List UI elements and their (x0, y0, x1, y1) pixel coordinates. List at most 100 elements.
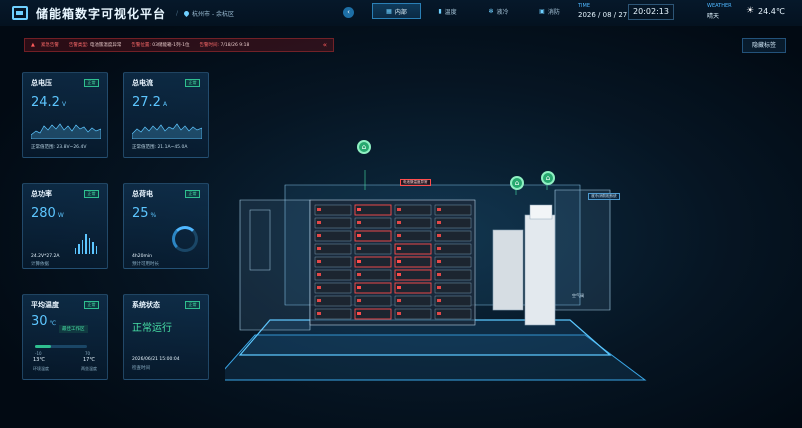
status-badge: 正常 (84, 190, 99, 198)
air-valve-label: 空气阀 (572, 293, 584, 298)
env-temp-label: 环境温度 (33, 366, 49, 371)
module-led (437, 312, 441, 315)
alert-tag: 紧急告警 (40, 43, 59, 48)
snowflake-icon: ✻ (488, 7, 494, 15)
dual-temp: 17℃ (83, 357, 95, 363)
card-note: 24.2V*27.2A (31, 254, 60, 259)
status-badge: 正常 (84, 301, 99, 309)
date-block: TIME 2026 / 08 / 27 (578, 3, 627, 19)
value-unit: ℃ (49, 320, 57, 327)
module-led (397, 286, 401, 289)
app-logo-icon (12, 6, 28, 20)
alert-time: 7/18/26 9:18 (220, 43, 250, 48)
date-value: 2026 / 08 / 27 (578, 11, 628, 19)
range-min: -10 (35, 351, 42, 356)
app-title: 储能箱数字可视化平台 (36, 6, 167, 21)
thermometer-icon: ▮ (438, 7, 442, 15)
soc-ring-gauge (172, 226, 198, 252)
dashboard-root: 储能箱数字可视化平台 / 杭州市 - 余杭区 ‹ ▦ 内部 ▮ 温度 ✻ 液冷 ▣ 消防… (0, 0, 802, 428)
status-badge: 正常 (185, 79, 200, 87)
module-led (437, 299, 441, 302)
value-number: 27.2 (132, 95, 161, 110)
card-note: 正常值范围: 21.1A~45.0A (132, 145, 188, 150)
voltage-card[interactable]: 总电压 正常 24.2 V 正常值范围: 23.8V~26.4V (22, 72, 108, 158)
avg-temperature-card[interactable]: 平均温度 正常 30 ℃ 最佳工作区 -10 70 13℃ 环境温度 17℃ 两坐… (22, 294, 108, 380)
sun-icon: ☀ (746, 6, 755, 16)
hide-labels-button[interactable]: 隐藏标签 (742, 38, 786, 53)
module-led (317, 260, 321, 263)
module-led (357, 286, 361, 289)
module-led (397, 247, 401, 250)
alert-bar[interactable]: ▲ 紧急告警 告警类型: 电池簇温度异常 告警位置: 03储能箱-1列-1位 告… (24, 38, 334, 52)
power-bar-chart (74, 234, 97, 254)
status-badge: 正常 (185, 301, 200, 309)
alert-type-label: 告警类型: (68, 43, 89, 48)
view-tabs: ▦ 内部 ▮ 温度 ✻ 液冷 ▣ 消防 (372, 3, 574, 19)
time-label: TIME (578, 3, 591, 9)
module-led (317, 299, 321, 302)
weather-block: WEATHER 晴天 (707, 3, 732, 20)
double-chevron-icon[interactable]: « (323, 41, 327, 49)
tab-liquid-cooling[interactable]: ✻ 液冷 (474, 3, 523, 19)
card-note-label: 预计可用时长 (132, 262, 159, 267)
module-led (317, 312, 321, 315)
location: / 杭州市 - 余杭区 (176, 9, 235, 18)
env-temp: 13℃ (33, 357, 45, 363)
tab-label: 消防 (547, 8, 560, 16)
tab-fire[interactable]: ▣ 消防 (525, 3, 574, 19)
voltage-sparkline (31, 123, 101, 139)
chevron-left-icon[interactable]: ‹ (343, 7, 354, 18)
tab-temperature[interactable]: ▮ 温度 (423, 3, 472, 19)
module-led (357, 312, 361, 315)
alert-time-label: 告警时间: (199, 43, 220, 48)
module-led (357, 208, 361, 211)
value-number: 280 (31, 206, 56, 221)
soc-value: 25% (132, 206, 200, 221)
module-led (397, 234, 401, 237)
optimal-zone-chip: 最佳工作区 (59, 325, 88, 333)
tab-internal[interactable]: ▦ 内部 (372, 3, 421, 19)
value-number: 30 (31, 314, 48, 329)
cooling-fire-label[interactable]: 液冷/消防柜系统 (588, 193, 620, 200)
value-number: 24.2 (31, 95, 60, 110)
module-led (437, 234, 441, 237)
module-led (397, 221, 401, 224)
map-pin-marker-icon[interactable]: ⌂ (510, 176, 524, 190)
module-led (397, 312, 401, 315)
value-unit: V (61, 101, 67, 108)
alert-location: 03储能箱-1列-1位 (152, 43, 190, 48)
power-card[interactable]: 总功率 正常 280 W 24.2V*27.2A 计算依据 (22, 183, 108, 269)
module-led (437, 286, 441, 289)
module-led (437, 208, 441, 211)
card-note: 2026/06/21 15:00:04 (132, 357, 180, 362)
value-unit: W (57, 212, 64, 219)
map-pin-marker-icon[interactable]: ⌂ (357, 140, 371, 154)
module-led (437, 247, 441, 250)
module-led (357, 221, 361, 224)
module-led (397, 260, 401, 263)
module-led (357, 273, 361, 276)
module-led (357, 247, 361, 250)
card-note: 4h20min (132, 254, 152, 259)
system-status-card[interactable]: 系统状态 正常 正常运行 2026/06/21 15:00:04 检查时间 (123, 294, 209, 380)
battery-racks (309, 199, 476, 326)
soc-card[interactable]: 总荷电 正常 25% 4h20min 预计可用时长 (123, 183, 209, 269)
power-value: 280 W (31, 206, 99, 221)
current-card[interactable]: 总电流 正常 27.2 A 正常值范围: 21.1A~45.0A (123, 72, 209, 158)
value-number: 25 (132, 206, 149, 221)
map-pin-marker-icon[interactable]: ⌂ (541, 171, 555, 185)
tab-label: 液冷 (496, 8, 509, 16)
module-led (317, 286, 321, 289)
module-led (437, 260, 441, 263)
alert-location-label: 告警位置: (131, 43, 151, 48)
weather-value: 晴天 (707, 13, 720, 20)
battery-alert-label[interactable]: 电池簇温度异常 (400, 179, 431, 186)
module-led (397, 299, 401, 302)
card-note: 正常值范围: 23.8V~26.4V (31, 145, 87, 150)
storage-cabinet-3d-view[interactable] (225, 130, 655, 400)
module-led (437, 273, 441, 276)
module-led (357, 234, 361, 237)
current-value: 27.2 A (132, 95, 200, 110)
module-led (437, 221, 441, 224)
voltage-value: 24.2 V (31, 95, 99, 110)
